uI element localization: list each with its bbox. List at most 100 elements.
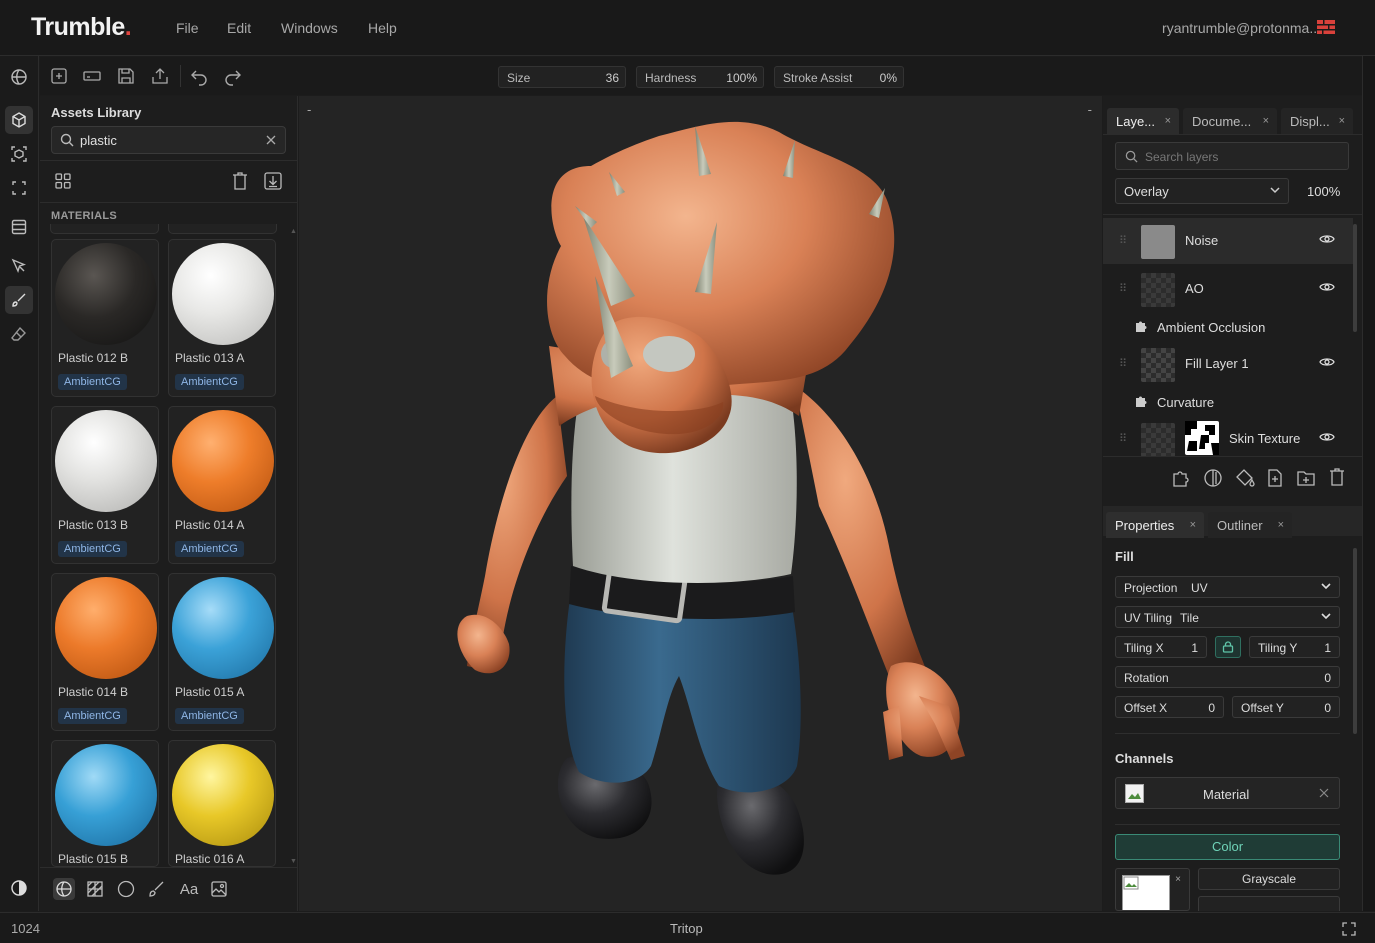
close-icon[interactable]: × [1278, 519, 1284, 531]
offset-y-field[interactable]: Offset Y0 [1232, 696, 1340, 718]
menu-file[interactable]: File [176, 20, 199, 36]
scroll-up-icon[interactable]: ▲ [290, 228, 297, 235]
material-card[interactable]: Plastic 014 A AmbientCG [168, 406, 276, 564]
textures-filter-icon[interactable] [84, 878, 106, 900]
material-card[interactable]: Plastic 014 B AmbientCG [51, 573, 159, 731]
layer-row-noise[interactable]: ⠿ Noise [1103, 218, 1353, 264]
material-name: Plastic 013 A [175, 351, 245, 365]
grid-view-icon[interactable] [54, 172, 72, 190]
add-mask-icon[interactable] [1203, 468, 1223, 488]
select-cursor-icon[interactable] [5, 252, 33, 280]
add-effect-icon[interactable] [1171, 468, 1191, 488]
visibility-eye-icon[interactable] [1319, 431, 1335, 443]
materials-filter-icon[interactable] [53, 878, 75, 900]
scroll-down-icon[interactable]: ▼ [290, 858, 297, 865]
add-fill-icon[interactable] [1234, 468, 1256, 488]
user-account[interactable]: ryantrumble@protonma... [1162, 20, 1321, 36]
film-icon[interactable] [5, 213, 33, 241]
properties-scrollbar[interactable] [1353, 548, 1357, 734]
drag-handle-icon[interactable]: ⠿ [1119, 282, 1127, 295]
tab-outliner[interactable]: Outliner × [1208, 512, 1292, 538]
tab-layers[interactable]: Laye... × [1107, 108, 1179, 134]
images-filter-icon[interactable] [208, 878, 230, 900]
partial-button[interactable] [1198, 896, 1340, 911]
material-card[interactable]: Plastic 015 A AmbientCG [168, 573, 276, 731]
rotation-field[interactable]: Rotation 0 [1115, 666, 1340, 688]
channel-material-slot[interactable]: Material [1115, 777, 1340, 809]
trash-icon[interactable] [231, 171, 249, 191]
frame-icon[interactable] [5, 174, 33, 202]
eraser-icon[interactable] [5, 320, 33, 348]
offset-x-field[interactable]: Offset X0 [1115, 696, 1224, 718]
close-icon[interactable]: × [1263, 115, 1269, 127]
projection-select[interactable]: Projection UV [1115, 576, 1340, 598]
scan-object-icon[interactable] [5, 140, 33, 168]
material-card[interactable]: Plastic 013 B AmbientCG [51, 406, 159, 564]
clear-search-icon[interactable] [266, 135, 276, 145]
layer-row-skin-texture[interactable]: ⠿ Skin Texture [1103, 416, 1353, 456]
close-icon[interactable]: × [1190, 519, 1196, 531]
import-icon[interactable] [263, 171, 283, 191]
visibility-eye-icon[interactable] [1319, 356, 1335, 368]
contrast-icon[interactable] [5, 874, 33, 902]
material-card[interactable]: Plastic 016 A [168, 740, 276, 867]
layers-scrollbar[interactable] [1353, 224, 1357, 332]
globe-icon[interactable] [5, 63, 33, 91]
export-icon[interactable] [150, 66, 170, 86]
drag-handle-icon[interactable]: ⠿ [1119, 432, 1127, 445]
delete-layer-icon[interactable] [1328, 467, 1346, 487]
material-card[interactable]: Plastic 015 B [51, 740, 159, 867]
card-partial [168, 224, 277, 234]
effect-row-ambient-occlusion[interactable]: Ambient Occlusion [1103, 312, 1353, 340]
material-card[interactable]: Plastic 012 B AmbientCG [51, 239, 159, 397]
close-icon[interactable]: × [1175, 874, 1181, 885]
menu-edit[interactable]: Edit [227, 20, 251, 36]
close-icon[interactable]: × [1165, 115, 1171, 127]
color-texture-slot[interactable]: × [1115, 868, 1190, 911]
layer-opacity[interactable]: 100% [1307, 184, 1340, 199]
assets-search-input[interactable]: plastic [51, 126, 286, 154]
tab-properties[interactable]: Properties × [1106, 512, 1204, 538]
new-folder-icon[interactable] [1296, 468, 1316, 488]
material-card[interactable]: Plastic 013 A AmbientCG [168, 239, 276, 397]
fullscreen-icon[interactable] [1342, 922, 1356, 936]
new-layer-icon[interactable] [1266, 468, 1284, 488]
layer-row-ao[interactable]: ⠿ AO [1103, 266, 1353, 312]
redo-icon[interactable] [223, 66, 243, 86]
close-icon[interactable]: × [1339, 115, 1345, 127]
brushes-filter-icon[interactable] [145, 878, 167, 900]
lock-icon[interactable] [1215, 636, 1241, 658]
cube-icon[interactable] [5, 106, 33, 134]
panel-icon[interactable] [82, 66, 102, 86]
drag-handle-icon[interactable]: ⠿ [1119, 357, 1127, 370]
material-preview [172, 744, 274, 846]
menu-help[interactable]: Help [368, 20, 397, 36]
new-file-icon[interactable] [49, 66, 69, 86]
flag-icon[interactable] [1317, 20, 1335, 34]
menu-windows[interactable]: Windows [281, 20, 338, 36]
undo-icon[interactable] [189, 66, 209, 86]
brush-size-field[interactable]: Size 36 [498, 66, 626, 88]
tiling-x-field[interactable]: Tiling X1 [1115, 636, 1207, 658]
visibility-eye-icon[interactable] [1319, 233, 1335, 245]
blend-mode-select[interactable]: Overlay [1115, 178, 1289, 204]
grayscale-button[interactable]: Grayscale [1198, 868, 1340, 890]
save-icon[interactable] [116, 66, 136, 86]
tab-display[interactable]: Displ... × [1281, 108, 1353, 134]
layers-search-input[interactable]: Search layers [1115, 142, 1349, 170]
layer-row-fill-layer-1[interactable]: ⠿ Fill Layer 1 [1103, 341, 1353, 387]
hardness-field[interactable]: Hardness 100% [636, 66, 764, 88]
tab-document[interactable]: Docume... × [1183, 108, 1277, 134]
shapes-filter-icon[interactable] [115, 878, 137, 900]
effect-row-curvature[interactable]: Curvature [1103, 387, 1353, 415]
remove-channel-icon[interactable] [1319, 788, 1329, 798]
brush-icon[interactable] [5, 286, 33, 314]
color-button[interactable]: Color [1115, 834, 1340, 860]
tiling-y-field[interactable]: Tiling Y1 [1249, 636, 1340, 658]
visibility-eye-icon[interactable] [1319, 281, 1335, 293]
text-filter-icon[interactable]: Aa [177, 878, 201, 900]
drag-handle-icon[interactable]: ⠿ [1119, 234, 1127, 247]
uv-tiling-select[interactable]: UV Tiling Tile [1115, 606, 1340, 628]
stroke-assist-field[interactable]: Stroke Assist 0% [774, 66, 904, 88]
3d-viewport[interactable]: - - [299, 96, 1102, 911]
